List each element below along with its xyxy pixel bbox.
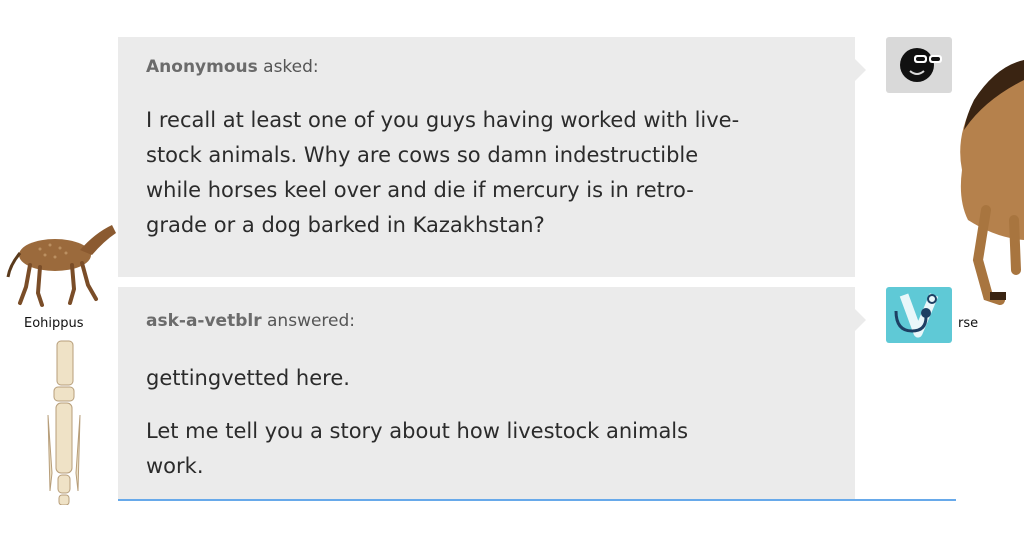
ask-bubble: Anonymous asked: I recall at least one o… [118,37,866,277]
stethoscope-v-icon [894,293,939,338]
question-line: while horses keel over and die if mercur… [146,178,694,202]
answer-bubble: ask-a-vetblr answered: gettingvetted her… [118,287,866,500]
horse-caption: rse [958,316,979,331]
question-line: I recall at least one of you guys having… [146,108,740,132]
anonymous-avatar[interactable] [886,37,952,93]
question-text: I recall at least one of you guys having… [146,103,827,243]
question-line: stock animals. Why are cows so damn inde… [146,143,699,167]
answer-header: ask-a-vetblr answered: [146,311,827,331]
answer-paragraph-2: Let me tell you a story about how livest… [146,414,827,484]
question-line: grade or a dog barked in Kazakhstan? [146,213,545,237]
asker-name[interactable]: Anonymous [146,57,258,77]
answer-line: work. [146,454,204,478]
post-underline [118,499,956,501]
asked-verb: asked: [263,57,319,77]
ask-header: Anonymous asked: [146,57,827,77]
eohippus-caption: Eohippus [24,316,84,331]
horse-illustration [960,60,1024,305]
answer-paragraph-1: gettingvetted here. [146,366,350,390]
eohippus-illustration [6,225,116,505]
answer-line: Let me tell you a story about how livest… [146,419,689,443]
answered-verb: answered: [267,311,356,331]
answerer-name[interactable]: ask-a-vetblr [146,311,262,331]
sunglasses-face-icon [900,48,942,82]
vetblr-avatar[interactable] [886,287,952,343]
